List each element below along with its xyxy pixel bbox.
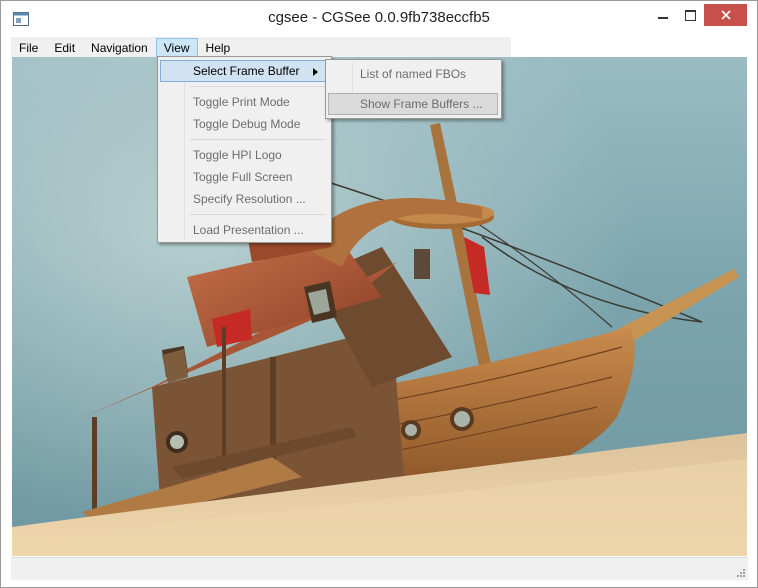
menu-item-load-presentation[interactable]: Load Presentation ... [160, 219, 327, 241]
title-bar[interactable]: cgsee - CGSee 0.0.9fb738eccfb5 [1, 1, 757, 37]
view-menu-dropdown: Select Frame Buffer Toggle Print Mode To… [157, 56, 332, 243]
menu-item-toggle-full-screen[interactable]: Toggle Full Screen [160, 166, 327, 188]
menu-edit[interactable]: Edit [46, 38, 83, 58]
menu-help[interactable]: Help [198, 38, 239, 58]
window-title: cgsee - CGSee 0.0.9fb738eccfb5 [268, 9, 490, 26]
rendered-pirate-ship-scene [12, 57, 747, 556]
resize-grip-icon[interactable] [736, 568, 746, 578]
menu-navigation[interactable]: Navigation [83, 38, 156, 58]
submenu-item-list-of-named-fbos[interactable]: List of named FBOs [328, 63, 498, 85]
submenu-arrow-icon [313, 68, 318, 76]
menu-separator [190, 139, 326, 140]
menu-item-toggle-debug-mode[interactable]: Toggle Debug Mode [160, 113, 327, 135]
render-viewport[interactable] [12, 57, 747, 556]
app-window: cgsee - CGSee 0.0.9fb738eccfb5 File Edit… [0, 0, 758, 588]
frame-buffer-submenu: List of named FBOs Show Frame Buffers ..… [325, 59, 502, 119]
menu-separator [190, 86, 326, 87]
maximize-button[interactable] [673, 4, 707, 26]
menu-item-select-frame-buffer[interactable]: Select Frame Buffer [160, 60, 327, 82]
maximize-icon [684, 9, 696, 21]
status-bar [11, 557, 748, 580]
menu-item-toggle-hpi-logo[interactable]: Toggle HPI Logo [160, 144, 327, 166]
submenu-item-show-frame-buffers[interactable]: Show Frame Buffers ... [328, 93, 498, 115]
menu-item-toggle-print-mode[interactable]: Toggle Print Mode [160, 91, 327, 113]
menu-item-label: Select Frame Buffer [193, 64, 300, 78]
menu-separator [190, 214, 326, 215]
menu-item-specify-resolution[interactable]: Specify Resolution ... [160, 188, 327, 210]
close-icon [720, 10, 731, 20]
minimize-icon [658, 17, 668, 19]
menu-bar: File Edit Navigation View Help [11, 37, 511, 58]
close-button[interactable] [704, 4, 747, 26]
menu-view[interactable]: View [155, 38, 198, 58]
menu-file[interactable]: File [11, 38, 46, 58]
